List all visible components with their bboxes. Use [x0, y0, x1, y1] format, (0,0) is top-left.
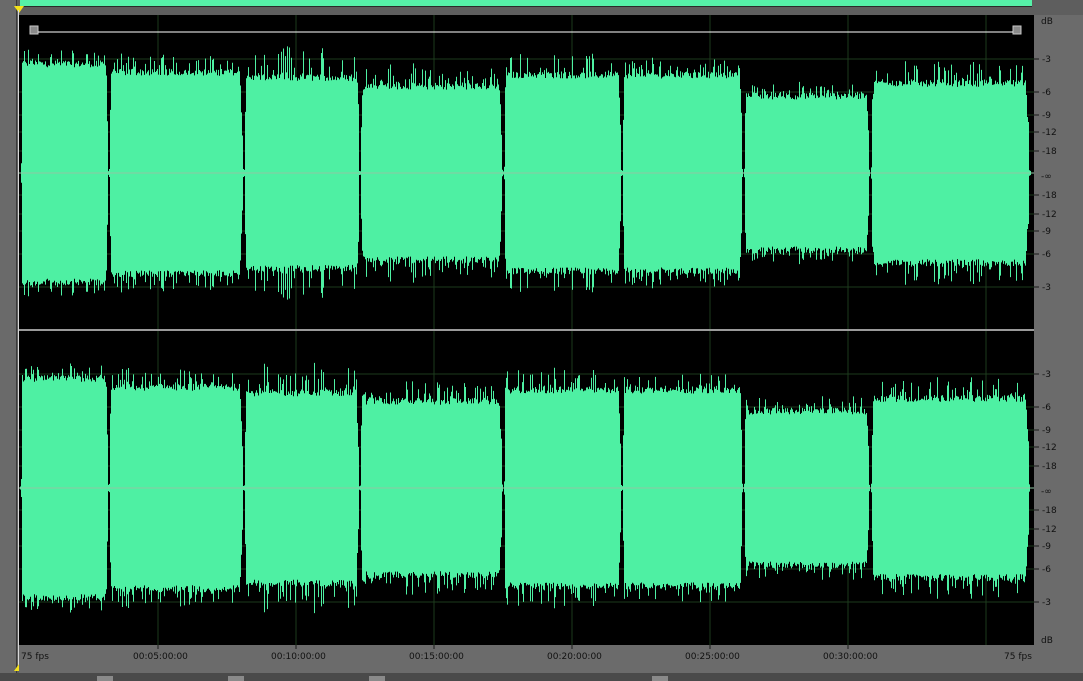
db-tick-label: -12 [1042, 210, 1057, 220]
db-tick-label: -3 [1042, 370, 1051, 380]
fade-out-handle-icon[interactable] [1012, 25, 1022, 35]
db-neg-inf-left: -∞ [1041, 172, 1052, 182]
db-tick-label: -6 [1042, 403, 1051, 413]
time-tick-label: 00:20:00:00 [547, 652, 602, 662]
time-ruler-end-label: 75 fps [1004, 652, 1032, 662]
overview-bar[interactable] [20, 0, 1032, 7]
db-tick-label: -6 [1042, 88, 1051, 98]
db-tick-label: -18 [1042, 506, 1057, 516]
db-tick-label: -9 [1042, 542, 1051, 552]
db-unit-top: dB [1041, 17, 1053, 27]
time-ruler-start-label: 75 fps [21, 652, 49, 662]
db-tick-label: -18 [1042, 191, 1057, 201]
db-tick-label: -12 [1042, 525, 1057, 535]
time-tick-label: 00:10:00:00 [271, 652, 326, 662]
status-strip [0, 673, 1083, 681]
left-rail [0, 0, 17, 681]
db-tick-label: -18 [1042, 147, 1057, 157]
db-tick-label: -12 [1042, 128, 1057, 138]
db-tick-label: -6 [1042, 250, 1051, 260]
status-tab[interactable] [228, 676, 244, 681]
db-tick-label: -12 [1042, 443, 1057, 453]
db-tick-label: -18 [1042, 462, 1057, 472]
fade-in-handle-icon[interactable] [29, 25, 39, 35]
waveform-display[interactable] [19, 15, 1034, 645]
db-tick-label: -9 [1042, 227, 1051, 237]
time-tick-label: 00:30:00:00 [823, 652, 878, 662]
db-unit-bottom: dB [1041, 636, 1053, 645]
status-tab[interactable] [97, 676, 113, 681]
time-tick-label: 00:05:00:00 [133, 652, 188, 662]
db-tick-label: -3 [1042, 598, 1051, 608]
db-tick-label: -9 [1042, 111, 1051, 121]
db-tick-label: -6 [1042, 565, 1051, 575]
db-tick-label: -3 [1042, 283, 1051, 293]
db-tick-label: -3 [1042, 55, 1051, 65]
status-tab[interactable] [369, 676, 385, 681]
time-ruler[interactable]: 75 fps 00:05:00:00 00:10:00:00 00:15:00:00… [19, 645, 1083, 673]
db-ruler: dB -3 -6 -9 -12 -18 -∞ -18 -12 -9 -6 -3 -3 -6 -9 -1… [1034, 15, 1083, 645]
time-tick-label: 00:25:00:00 [685, 652, 740, 662]
db-neg-inf-right: -∞ [1041, 487, 1052, 497]
db-tick-label: -9 [1042, 426, 1051, 436]
waveform-canvas[interactable] [19, 15, 1034, 645]
time-tick-label: 00:15:00:00 [409, 652, 464, 662]
status-tab[interactable] [652, 676, 668, 681]
start-marker-icon[interactable] [14, 6, 24, 13]
